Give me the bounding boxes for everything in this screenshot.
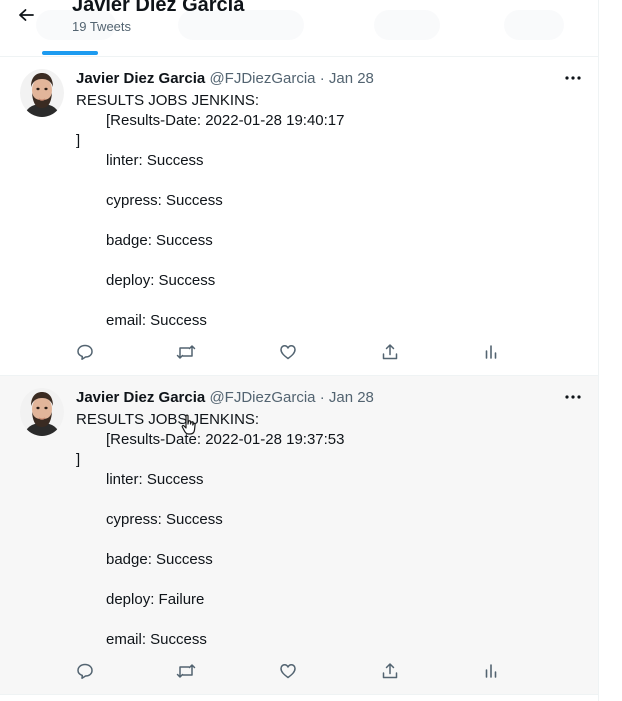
tweet-text-line: [Results-Date: 2022-01-28 19:40:17 (106, 112, 345, 129)
tweet[interactable]: Javier Diez Garcia @FJDiezGarcia · Jan 2… (0, 376, 598, 695)
like-button[interactable] (277, 341, 299, 363)
tweet-text-line: email: Success (106, 312, 207, 329)
arrow-left-icon (19, 9, 34, 21)
tweet-count: 19 Tweets (72, 19, 132, 34)
page-title: Javier Diez Garcia (72, 0, 245, 16)
tweet[interactable]: Javier Diez Garcia @FJDiezGarcia · Jan 2… (0, 57, 598, 376)
tab-ghost (504, 10, 564, 40)
share-icon (382, 663, 398, 679)
analytics-icon (485, 664, 497, 678)
tweet-text-line: badge: Success (106, 551, 213, 568)
avatar-image (20, 69, 64, 117)
separator-dot: · (319, 70, 325, 87)
tweet-text-line: [Results-Date: 2022-01-28 19:37:53 (106, 431, 345, 448)
author-handle[interactable]: @FJDiezGarcia (209, 70, 315, 87)
share-icon (382, 344, 398, 360)
hand-cursor-icon (181, 414, 196, 435)
reply-icon (77, 663, 93, 679)
tweet-text-line: ] (76, 451, 81, 468)
tweet-text-line: RESULTS JOBS JENKINS: (76, 92, 260, 109)
more-dots-icon (565, 76, 581, 80)
tweet-text-line: email: Success (106, 631, 207, 648)
tweet-header: Javier Diez Garcia @FJDiezGarcia · Jan 2… (76, 70, 374, 87)
heart-icon (280, 345, 296, 360)
tweet-text-line: deploy: Success (106, 272, 216, 289)
active-tab-indicator (42, 51, 98, 55)
tweet-text-line: cypress: Success (106, 192, 223, 209)
share-button[interactable] (379, 341, 401, 363)
tweet-text-line: linter: Success (106, 152, 204, 169)
avatar[interactable] (20, 69, 64, 117)
tweet-date[interactable]: Jan 28 (329, 389, 374, 406)
separator-dot: · (319, 389, 325, 406)
more-button[interactable] (562, 389, 584, 405)
profile-header: Javier Diez Garcia 19 Tweets (0, 0, 598, 57)
more-button[interactable] (562, 70, 584, 86)
reply-button[interactable] (74, 660, 96, 682)
heart-icon (280, 664, 296, 679)
tweet-text-line: cypress: Success (106, 511, 223, 528)
retweet-button[interactable] (175, 341, 197, 363)
timeline-column: Javier Diez Garcia 19 Tweets Javier Diez… (0, 0, 599, 701)
more-dots-icon (565, 395, 581, 399)
tweet-header: Javier Diez Garcia @FJDiezGarcia · Jan 2… (76, 389, 374, 406)
analytics-button[interactable] (480, 660, 502, 682)
analytics-button[interactable] (480, 341, 502, 363)
tweet-text-line: badge: Success (106, 232, 213, 249)
tweet-text-line: deploy: Failure (106, 591, 205, 608)
author-name[interactable]: Javier Diez Garcia (76, 389, 205, 406)
retweet-button[interactable] (175, 660, 197, 682)
tweet-text-line: linter: Success (106, 471, 204, 488)
avatar[interactable] (20, 388, 64, 436)
retweet-icon (176, 664, 196, 678)
analytics-icon (485, 345, 497, 359)
tab-ghost (374, 10, 440, 40)
author-handle[interactable]: @FJDiezGarcia (209, 389, 315, 406)
tweet-date[interactable]: Jan 28 (329, 70, 374, 87)
reply-button[interactable] (74, 341, 96, 363)
retweet-icon (176, 345, 196, 359)
tweet-text-line: ] (76, 132, 81, 149)
author-name[interactable]: Javier Diez Garcia (76, 70, 205, 87)
avatar-image (20, 388, 64, 436)
share-button[interactable] (379, 660, 401, 682)
reply-icon (77, 344, 93, 360)
like-button[interactable] (277, 660, 299, 682)
tweet-text-line: RESULTS JOBS JENKINS: (76, 411, 260, 428)
